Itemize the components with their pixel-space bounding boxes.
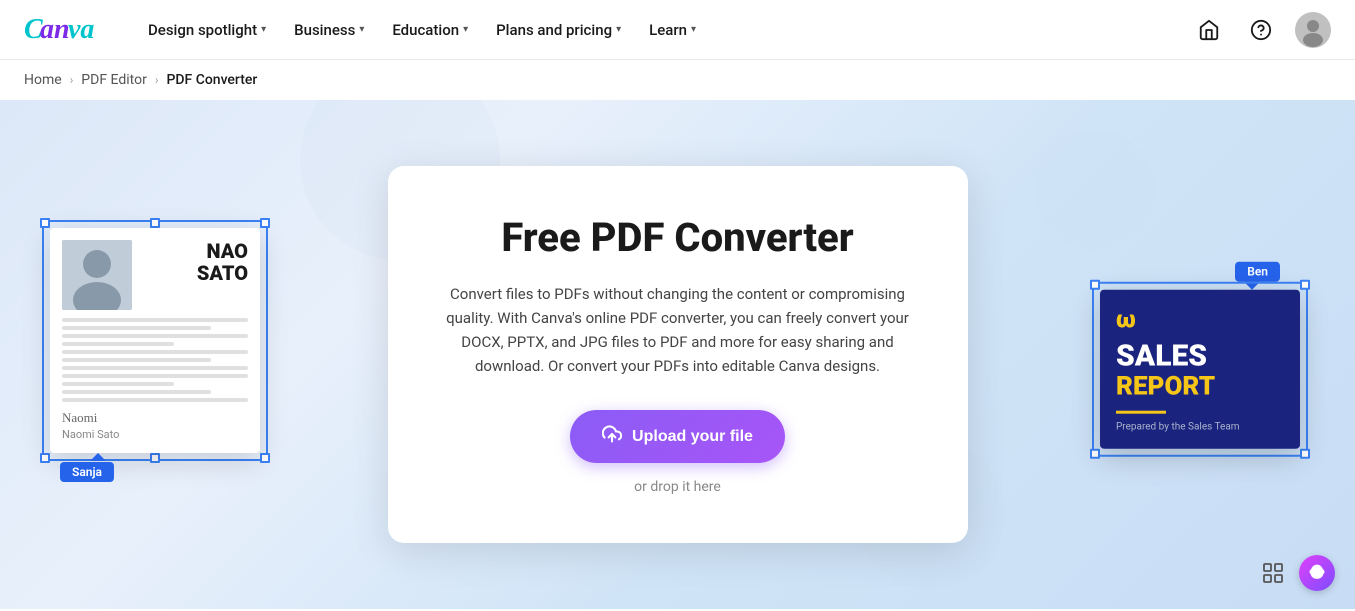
converter-card: Free PDF Converter Convert files to PDFs… [388,166,968,543]
navbar: C an va Design spotlight ▾ Business ▾ Ed… [0,0,1355,60]
nav-item-learn[interactable]: Learn ▾ [637,13,708,47]
right-doc-title-line1: SALES [1116,339,1284,372]
nav-item-design-spotlight[interactable]: Design spotlight ▾ [136,13,278,47]
help-button[interactable] [1243,12,1279,48]
home-button[interactable] [1191,12,1227,48]
breadcrumb-home[interactable]: Home [24,72,62,88]
chevron-down-icon: ▾ [691,24,696,35]
sanja-tag: Sanja [60,462,114,482]
upload-button-label: Upload your file [632,428,753,446]
chevron-down-icon: ▾ [463,24,468,35]
avatar[interactable] [1295,12,1331,48]
drop-hint: or drop it here [444,479,912,495]
ben-collaborator: Ben [1100,260,1280,281]
right-document: ω SALES REPORT Prepared by the Sales Tea… [1100,289,1300,449]
doc-content-lines [62,318,248,402]
document-photo [62,240,132,310]
breadcrumb-separator-2: › [155,73,159,87]
sanja-collaborator: Sanja [60,461,260,482]
doc-name-line1: NAO [148,240,248,262]
breadcrumb: Home › PDF Editor › PDF Converter [0,60,1355,100]
svg-text:va: va [68,14,94,44]
ai-assistant-button[interactable] [1299,555,1335,591]
nav-item-business[interactable]: Business ▾ [282,13,376,47]
breadcrumb-current: PDF Converter [166,72,257,88]
converter-description: Convert files to PDFs without changing t… [444,282,912,378]
nav-right [1191,12,1331,48]
right-document-container: Ben ω SALES REPORT Prepared by the Sales… [1100,260,1300,449]
upload-button[interactable]: Upload your file [570,410,785,463]
chevron-down-icon: ▾ [261,24,266,35]
right-doc-logo: ω [1116,305,1284,333]
doc-signature: Naomi [62,410,248,426]
doc-author: Naomi Sato [62,428,248,441]
nav-item-plans-pricing[interactable]: Plans and pricing ▾ [484,13,633,47]
right-doc-subtitle: Prepared by the Sales Team [1116,422,1284,433]
hero-section: NAO SATO [0,100,1355,609]
upload-icon [602,424,622,449]
left-document: NAO SATO [50,228,260,453]
chevron-down-icon: ▾ [359,24,364,35]
nav-item-education[interactable]: Education ▾ [380,13,480,47]
breadcrumb-pdf-editor[interactable]: PDF Editor [81,72,147,88]
svg-text:an: an [40,14,70,44]
brand-logo[interactable]: C an va [24,12,104,48]
chevron-down-icon: ▾ [616,24,621,35]
converter-title: Free PDF Converter [444,214,912,262]
left-document-container: NAO SATO [50,228,260,482]
breadcrumb-separator: › [70,73,74,87]
nav-items: Design spotlight ▾ Business ▾ Education … [136,13,1191,47]
right-doc-title-line2: REPORT [1116,372,1284,401]
pages-icon-button[interactable] [1255,555,1291,591]
doc-name-line2: SATO [148,262,248,284]
ben-tag: Ben [1235,261,1280,281]
